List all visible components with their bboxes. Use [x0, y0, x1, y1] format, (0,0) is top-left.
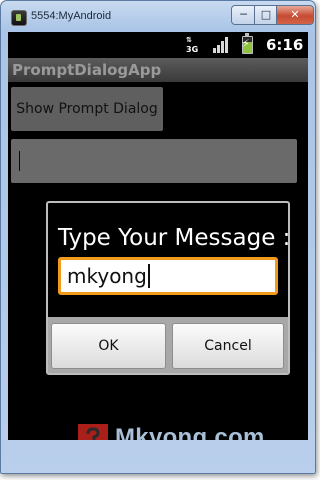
network-type: 3G [186, 45, 199, 54]
signal-strength-icon [213, 37, 229, 53]
battery-charging-icon [242, 33, 253, 54]
mkyong-logo: Mkyong.com [75, 421, 308, 440]
android-screen: ⇅ 3G 6:16 PromptDialogApp Show Prompt Di… [8, 32, 308, 440]
minimize-button[interactable]: ─ [231, 5, 256, 25]
network-3g-icon: ⇅ 3G [186, 36, 199, 54]
prompt-dialog: Type Your Message : mkyong OK Cancel [46, 201, 290, 375]
message-input[interactable]: mkyong [58, 257, 278, 295]
dialog-message: Type Your Message : [58, 225, 291, 251]
message-input-text: mkyong [67, 264, 147, 288]
mkyong-logo-icon [78, 424, 108, 440]
window-title: 5554:MyAndroid [31, 10, 112, 22]
show-prompt-dialog-button[interactable]: Show Prompt Dialog [11, 87, 163, 131]
window-titlebar[interactable]: 5554:MyAndroid ─ □ ✕ [1, 1, 315, 31]
status-clock: 6:16 [266, 36, 304, 54]
show-prompt-dialog-label: Show Prompt Dialog [16, 101, 158, 117]
app-title-bar: PromptDialogApp [8, 58, 308, 82]
close-button[interactable]: ✕ [276, 5, 314, 25]
emulator-window: 5554:MyAndroid ─ □ ✕ ⇅ 3G 6:16 PromptDia… [0, 0, 316, 474]
text-cursor [19, 151, 20, 171]
cancel-button-label: Cancel [204, 338, 252, 354]
android-app-icon [11, 10, 27, 26]
input-cursor [148, 264, 150, 288]
ok-button-label: OK [98, 338, 119, 354]
maximize-button[interactable]: □ [254, 5, 278, 25]
watermark-text: Mkyong.com [115, 424, 265, 440]
cancel-button[interactable]: Cancel [172, 323, 284, 369]
app-title: PromptDialogApp [12, 61, 162, 79]
status-bar: ⇅ 3G 6:16 [8, 32, 308, 58]
ok-button[interactable]: OK [51, 323, 166, 369]
dialog-button-bar: OK Cancel [48, 317, 288, 373]
result-text-field[interactable] [11, 139, 297, 183]
